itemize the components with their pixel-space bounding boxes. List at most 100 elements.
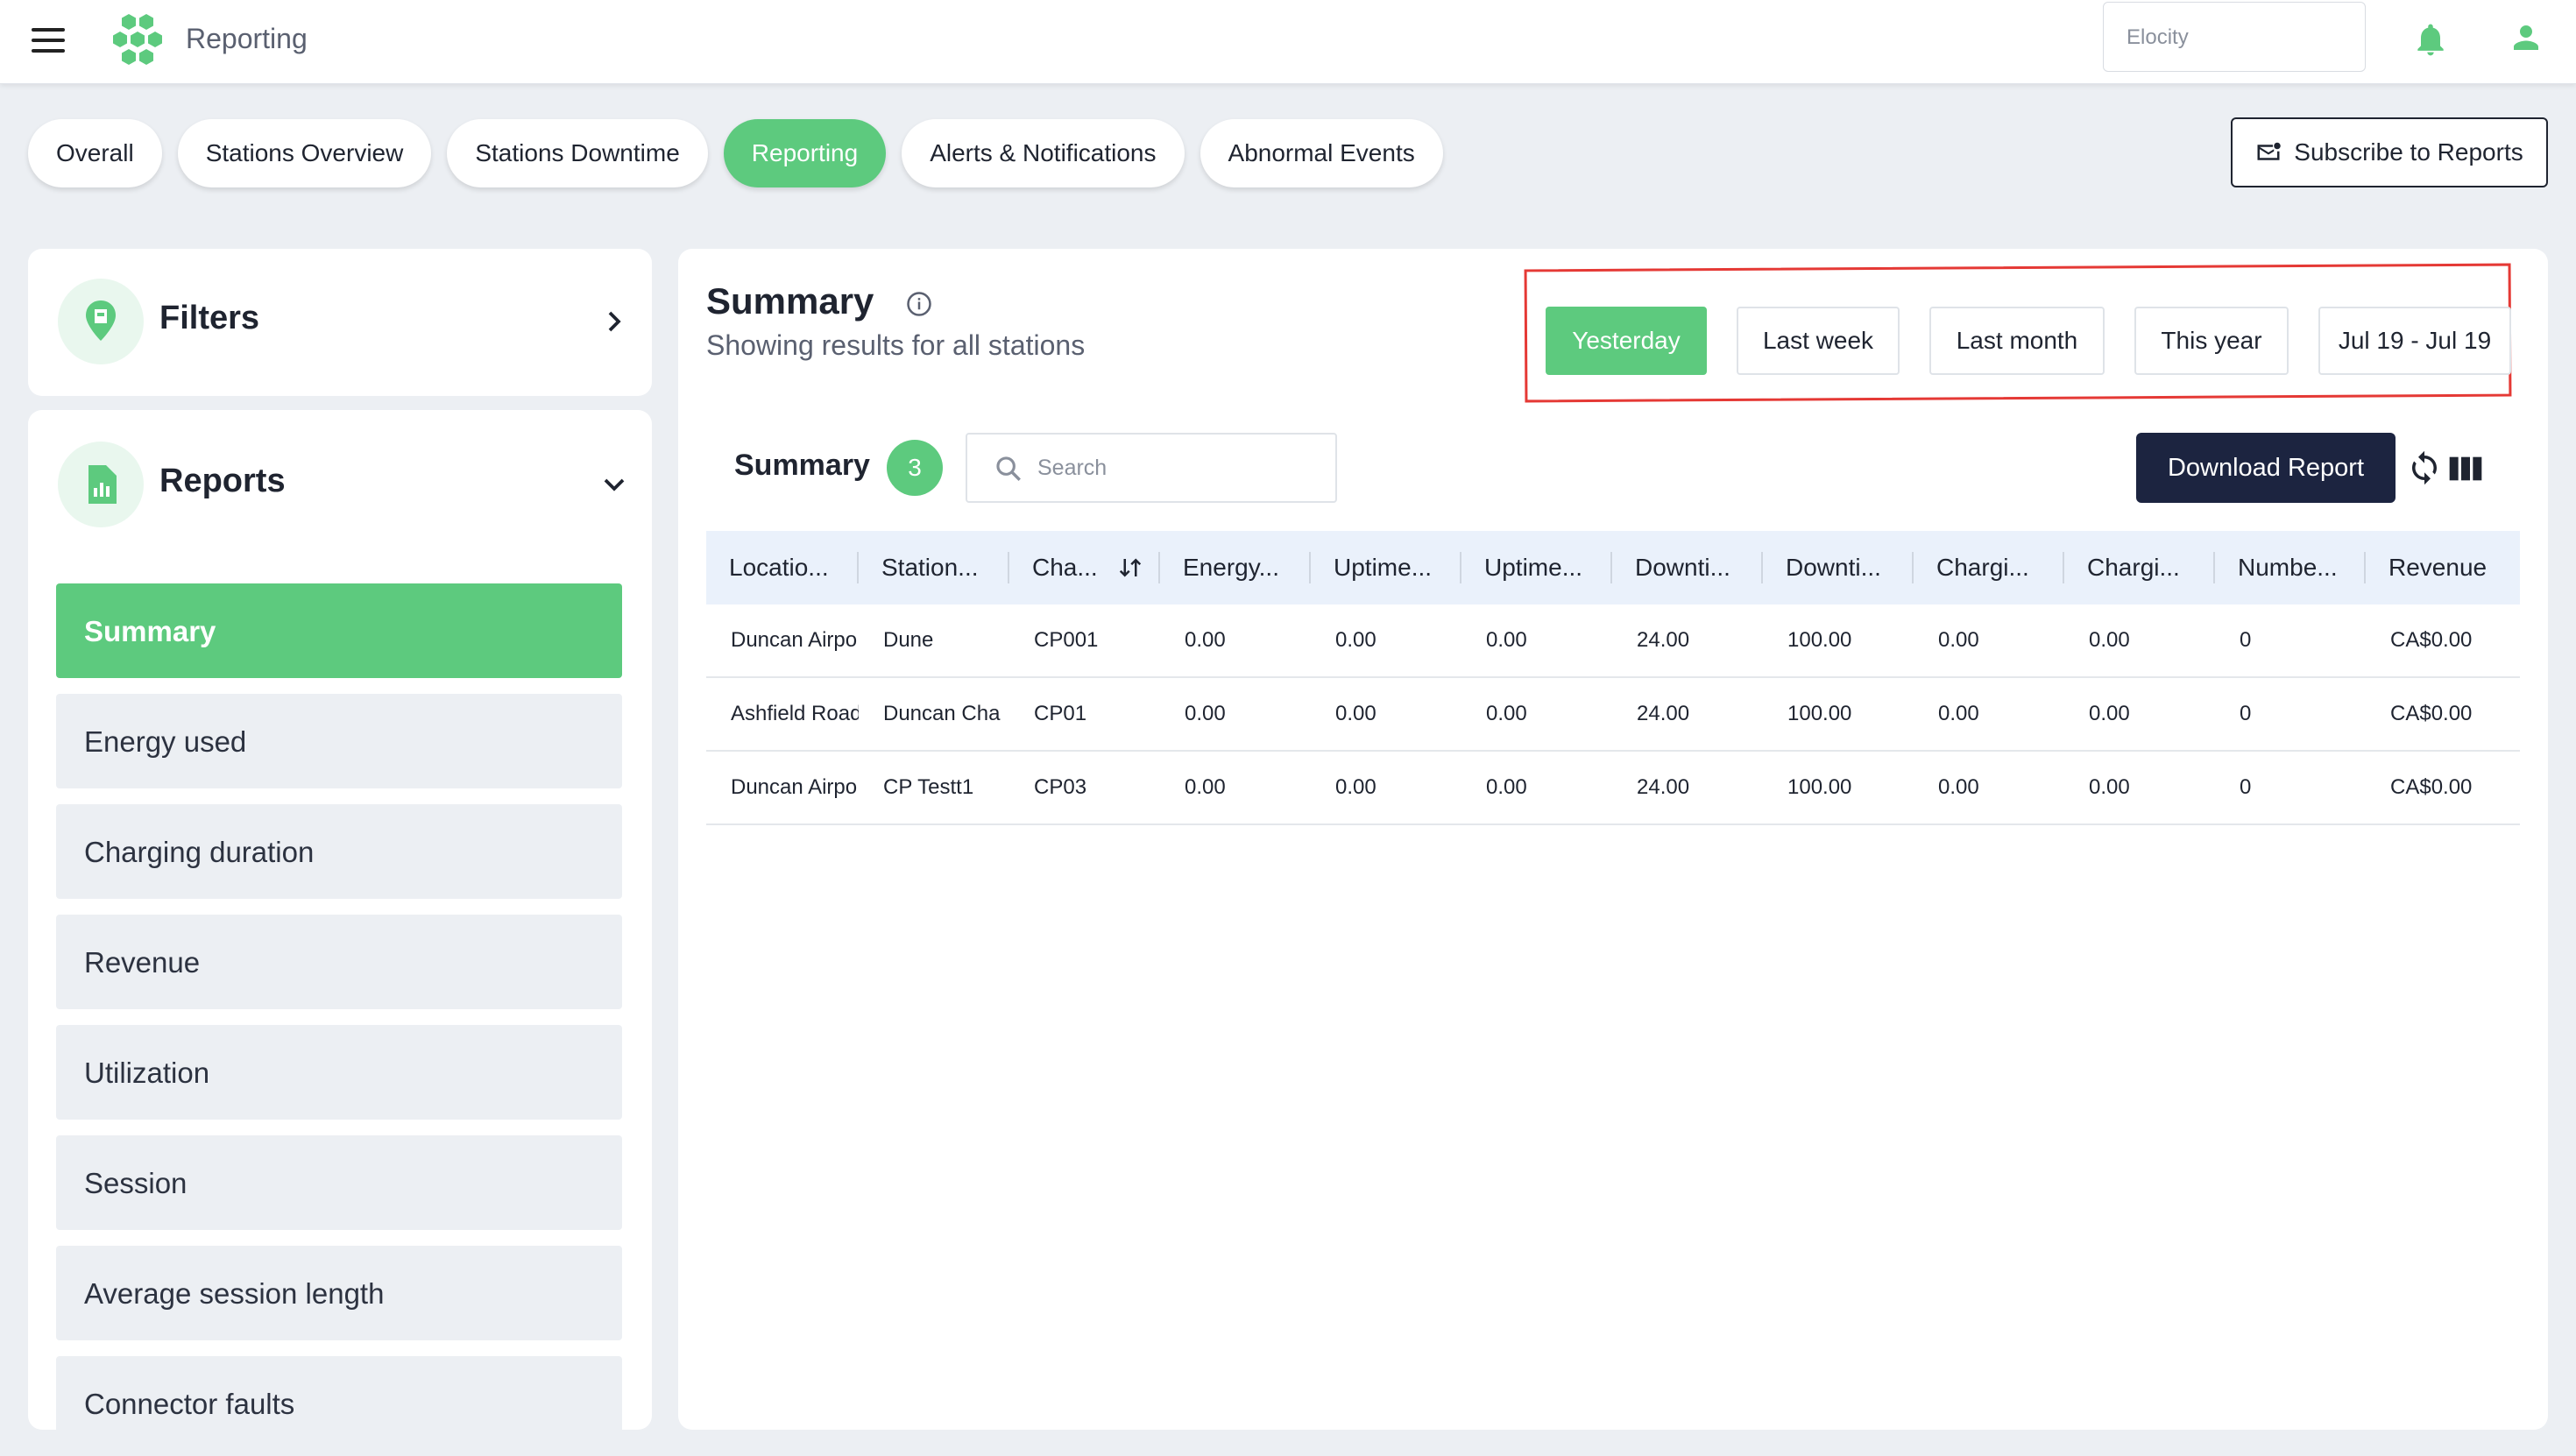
refresh-icon[interactable]	[2406, 449, 2443, 487]
info-icon[interactable]	[906, 291, 932, 317]
table-cell: CP03	[1034, 775, 1087, 799]
table-cell: 24.00	[1637, 775, 1690, 799]
chevron-down-icon[interactable]	[601, 471, 627, 498]
table-cell: 24.00	[1637, 628, 1690, 652]
report-item-energy-used[interactable]: Energy used	[56, 694, 622, 788]
table-header-row: Locatio... Station... Cha... Energy... U…	[706, 531, 2520, 604]
tab-abnormal-events[interactable]: Abnormal Events	[1200, 119, 1443, 187]
tab-overall[interactable]: Overall	[28, 119, 162, 187]
mail-icon	[2257, 142, 2282, 160]
table-cell: 100.00	[1787, 628, 1852, 652]
table-cell: 0.00	[2089, 775, 2130, 799]
summary-table: Locatio... Station... Cha... Energy... U…	[706, 531, 2520, 825]
report-item-charging-duration[interactable]: Charging duration	[56, 804, 622, 899]
tab-stations-downtime[interactable]: Stations Downtime	[447, 119, 708, 187]
tab-reporting[interactable]: Reporting	[723, 119, 887, 187]
range-last-month-button[interactable]: Last month	[1929, 307, 2105, 375]
chevron-right-icon[interactable]	[601, 308, 627, 335]
tab-stations-overview[interactable]: Stations Overview	[177, 119, 432, 187]
subscribe-label: Subscribe to Reports	[2294, 138, 2523, 166]
table-cell: 0.00	[2089, 702, 2130, 725]
table-cell: 0.00	[1185, 628, 1226, 652]
hexagon-logo	[113, 14, 162, 65]
search-input[interactable]	[1037, 450, 1318, 485]
column-header[interactable]: Locatio...	[706, 531, 859, 604]
reports-card[interactable]: Reports	[28, 410, 652, 555]
table-cell: 0.00	[1335, 702, 1376, 725]
table-row[interactable]: Duncan Airpo CP Testt1 CP03 0.00 0.00 0.…	[706, 752, 2520, 825]
table-cell: 0.00	[2089, 628, 2130, 652]
table-cell: CA$0.00	[2390, 628, 2473, 652]
subscribe-button[interactable]: Subscribe to Reports	[2231, 117, 2548, 187]
filter-pin-icon	[58, 279, 144, 364]
range-custom-date-button[interactable]: Jul 19 - Jul 19	[2318, 307, 2511, 375]
table-cell: 0.00	[1486, 628, 1527, 652]
table-cell: Duncan Cha	[883, 702, 1001, 725]
search-box	[966, 433, 1337, 503]
table-cell: 0.00	[1486, 775, 1527, 799]
column-header[interactable]: Chargi...	[1914, 531, 2064, 604]
column-header[interactable]: Station...	[859, 531, 1009, 604]
table-cell: 0.00	[1335, 628, 1376, 652]
tab-alerts-notifications[interactable]: Alerts & Notifications	[902, 119, 1185, 187]
filters-title: Filters	[159, 300, 260, 336]
table-cell: Dune	[883, 628, 934, 652]
columns-icon[interactable]	[2448, 454, 2483, 484]
table-cell: CP01	[1034, 702, 1087, 725]
column-header[interactable]: Chargi...	[2064, 531, 2215, 604]
summary-panel: Summary Showing results for all stations…	[678, 249, 2548, 1430]
column-header[interactable]: Energy...	[1160, 531, 1311, 604]
top-bar: Reporting Elocity	[0, 0, 2576, 84]
table-cell: 0.00	[1938, 702, 1979, 725]
report-item-average-session-length[interactable]: Average session length	[56, 1246, 622, 1340]
table-cell: CP Testt1	[883, 775, 974, 799]
report-document-icon	[58, 442, 144, 527]
table-cell: 100.00	[1787, 702, 1852, 725]
table-cell: 0	[2240, 702, 2252, 725]
sort-icon[interactable]	[1117, 555, 1143, 581]
column-header[interactable]: Cha...	[1009, 531, 1160, 604]
column-header[interactable]: Revenue	[2366, 531, 2520, 604]
filters-card[interactable]: Filters	[28, 249, 652, 396]
table-row[interactable]: Duncan Airpo Dune CP001 0.00 0.00 0.00 2…	[706, 604, 2520, 678]
reports-list: Summary Energy used Charging duration Re…	[28, 555, 652, 1430]
table-cell: 0.00	[1185, 775, 1226, 799]
table-cell: Ashfield Road	[731, 702, 859, 725]
table-title: Summary	[734, 449, 870, 482]
report-item-utilization[interactable]: Utilization	[56, 1025, 622, 1120]
download-report-button[interactable]: Download Report	[2136, 433, 2396, 503]
report-item-revenue[interactable]: Revenue	[56, 915, 622, 1009]
summary-subtitle: Showing results for all stations	[706, 329, 1086, 361]
table-cell: CA$0.00	[2390, 702, 2473, 725]
table-row[interactable]: Ashfield Road Duncan Cha CP01 0.00 0.00 …	[706, 678, 2520, 752]
table-cell: Duncan Airpo	[731, 775, 858, 799]
report-item-connector-faults[interactable]: Connector faults	[56, 1356, 622, 1430]
table-cell: 0	[2240, 775, 2252, 799]
column-header[interactable]: Downti...	[1612, 531, 1763, 604]
table-cell: 24.00	[1637, 702, 1690, 725]
table-cell: 0.00	[1486, 702, 1527, 725]
report-item-summary[interactable]: Summary	[56, 583, 622, 678]
bell-icon[interactable]	[2411, 19, 2450, 60]
column-header[interactable]: Uptime...	[1311, 531, 1461, 604]
table-cell: CP001	[1034, 628, 1099, 652]
report-item-session[interactable]: Session	[56, 1135, 622, 1230]
range-yesterday-button[interactable]: Yesterday	[1546, 307, 1707, 375]
column-header[interactable]: Uptime...	[1461, 531, 1612, 604]
column-header[interactable]: Downti...	[1763, 531, 1914, 604]
count-badge: 3	[887, 440, 943, 496]
search-icon	[996, 456, 1021, 481]
table-cell: 0.00	[1938, 628, 1979, 652]
table-cell: 0	[2240, 628, 2252, 652]
hamburger-icon[interactable]	[32, 26, 67, 54]
range-last-week-button[interactable]: Last week	[1737, 307, 1900, 375]
user-icon[interactable]	[2508, 19, 2544, 56]
summary-title: Summary	[706, 280, 874, 322]
table-cell: 100.00	[1787, 775, 1852, 799]
table-cell: CA$0.00	[2390, 775, 2473, 799]
app-title: Reporting	[186, 23, 308, 54]
range-this-year-button[interactable]: This year	[2134, 307, 2289, 375]
column-header[interactable]: Numbe...	[2215, 531, 2366, 604]
organization-select[interactable]: Elocity	[2103, 2, 2366, 72]
nav-tabs: Overall Stations Overview Stations Downt…	[28, 119, 1443, 187]
